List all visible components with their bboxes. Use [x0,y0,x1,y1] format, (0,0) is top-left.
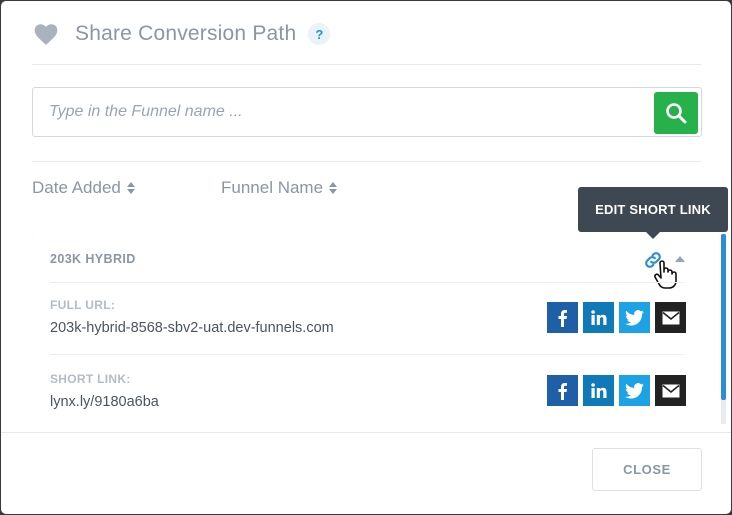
linkedin-icon [590,309,606,325]
facebook-icon [558,382,567,400]
card-divider [50,354,684,355]
modal-title: Share Conversion Path [75,22,297,45]
scrollbar-thumb[interactable] [721,234,726,400]
search-divider [32,161,701,162]
funnel-card: 203K HYBRID FULL URL: 203k-hybrid-8568-s… [32,234,702,424]
facebook-icon [558,309,567,327]
twitter-share-button[interactable] [619,375,650,406]
twitter-icon [625,309,644,326]
email-share-button[interactable] [655,375,686,406]
sort-arrows-icon [329,182,338,194]
twitter-icon [625,382,644,399]
email-share-button[interactable] [655,302,686,333]
share-conversion-modal: Share Conversion Path ? Date Added Funne… [1,1,731,514]
hand-cursor-icon [654,260,677,289]
heart-icon [34,24,58,45]
sort-arrows-icon [126,182,135,194]
linkedin-icon [590,382,606,398]
funnel-search-input[interactable] [33,88,643,136]
short-link-label: SHORT LINK: [50,372,131,386]
modal-header: Share Conversion Path ? [33,19,331,49]
facebook-share-button[interactable] [547,375,578,406]
edit-short-link-tooltip: EDIT SHORT LINK [578,187,728,239]
sort-funnel-name[interactable]: Funnel Name [221,178,338,198]
search-button[interactable] [654,92,698,134]
facebook-share-button[interactable] [547,302,578,333]
list-scrollbar[interactable] [721,234,726,424]
full-url-value: 203k-hybrid-8568-sbv2-uat.dev-funnels.co… [50,320,334,336]
sort-date-added-label: Date Added [32,178,121,197]
funnel-name: 203K HYBRID [50,252,136,266]
linkedin-share-button[interactable] [583,375,614,406]
sort-date-added[interactable]: Date Added [32,178,135,198]
email-icon [661,311,680,324]
short-link-value: lynx.ly/9180a6ba [50,394,159,410]
twitter-share-button[interactable] [619,302,650,333]
full-url-label: FULL URL: [50,298,116,312]
sort-funnel-name-label: Funnel Name [221,178,324,197]
close-button[interactable]: CLOSE [592,448,702,491]
funnel-search [32,87,702,137]
full-url-share-buttons [547,302,686,333]
header-divider [32,64,701,65]
search-icon [666,103,687,124]
linkedin-share-button[interactable] [583,302,614,333]
card-divider [50,282,684,283]
short-link-share-buttons [547,375,686,406]
footer-divider [1,432,731,433]
funnel-list: 203K HYBRID FULL URL: 203k-hybrid-8568-s… [32,234,702,424]
email-icon [661,384,680,397]
help-icon[interactable]: ? [308,23,331,45]
